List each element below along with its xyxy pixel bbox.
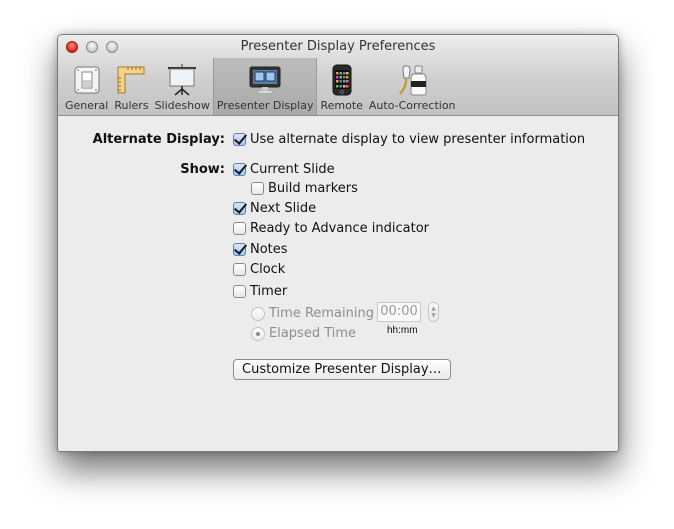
alternate-display-label: Alternate Display: — [92, 132, 225, 147]
tab-label: Rulers — [114, 99, 149, 112]
next-slide-option[interactable]: Next Slide — [233, 201, 316, 216]
build-markers-option[interactable]: Build markers — [251, 181, 358, 196]
time-stepper[interactable]: ▲ ▼ — [428, 302, 439, 322]
alternate-display-option[interactable]: Use alternate display to view presenter … — [233, 132, 585, 147]
ready-to-advance-checkbox[interactable] — [233, 222, 246, 235]
current-slide-label: Current Slide — [250, 162, 335, 177]
clock-label: Clock — [250, 262, 286, 277]
time-value-field[interactable]: 00:00 — [377, 302, 421, 322]
notes-checkbox[interactable] — [233, 243, 246, 256]
projector-screen-icon — [165, 63, 199, 97]
timer-checkbox[interactable] — [233, 285, 246, 298]
time-format-hint: hh:mm — [387, 325, 418, 336]
alternate-display-option-label: Use alternate display to view presenter … — [250, 132, 586, 147]
next-slide-label: Next Slide — [250, 201, 317, 216]
time-remaining-label: Time Remaining — [269, 306, 374, 321]
tab-label: Presenter Display — [216, 99, 314, 112]
tab-presenter-display[interactable]: Presenter Display — [212, 58, 318, 115]
notes-option[interactable]: Notes — [233, 242, 288, 257]
correction-fluid-icon — [395, 63, 429, 97]
tab-auto-correction[interactable]: Auto-Correction — [366, 58, 459, 115]
alternate-display-checkbox[interactable] — [233, 133, 246, 146]
current-slide-option[interactable]: Current Slide — [233, 162, 335, 177]
clock-option[interactable]: Clock — [233, 262, 285, 277]
stepper-up-icon[interactable]: ▲ — [431, 305, 436, 312]
tab-label: General — [65, 99, 109, 112]
tab-label: Remote — [320, 99, 363, 112]
timer-option[interactable]: Timer — [233, 284, 287, 299]
customize-presenter-display-button[interactable]: Customize Presenter Display… — [233, 359, 451, 380]
tab-remote[interactable]: Remote — [317, 58, 365, 115]
preferences-toolbar: General Rulers Slideshow Presenter Displ… — [62, 58, 459, 115]
next-slide-checkbox[interactable] — [233, 202, 246, 215]
elapsed-time-label: Elapsed Time — [269, 326, 357, 341]
build-markers-label: Build markers — [268, 181, 358, 196]
tab-slideshow[interactable]: Slideshow — [152, 58, 213, 115]
ruler-icon — [114, 63, 148, 97]
build-markers-checkbox[interactable] — [251, 182, 264, 195]
time-remaining-option[interactable]: Time Remaining — [251, 306, 374, 321]
general-switch-icon — [70, 63, 104, 97]
ready-to-advance-option[interactable]: Ready to Advance indicator — [233, 221, 429, 236]
preferences-window: Presenter Display Preferences General Ru… — [57, 34, 619, 452]
ready-to-advance-label: Ready to Advance indicator — [250, 221, 429, 236]
elapsed-time-radio[interactable] — [251, 326, 265, 341]
stepper-down-icon[interactable]: ▼ — [431, 312, 436, 319]
tab-general[interactable]: General — [62, 58, 111, 115]
tab-label: Slideshow — [154, 99, 210, 112]
timer-label: Timer — [250, 284, 288, 299]
notes-label: Notes — [250, 242, 288, 257]
show-label: Show: — [180, 162, 225, 177]
title-bar: Presenter Display Preferences General Ru… — [58, 35, 618, 116]
elapsed-time-option[interactable]: Elapsed Time — [251, 326, 356, 341]
iphone-icon — [325, 63, 359, 97]
presenter-display-pane: Alternate Display: Use alternate display… — [58, 116, 618, 451]
tab-rulers[interactable]: Rulers — [111, 58, 151, 115]
current-slide-checkbox[interactable] — [233, 163, 246, 176]
time-remaining-radio[interactable] — [251, 306, 265, 321]
tab-label: Auto-Correction — [368, 99, 456, 112]
presenter-monitor-icon — [248, 63, 282, 97]
clock-checkbox[interactable] — [233, 263, 246, 276]
window-title: Presenter Display Preferences — [240, 39, 436, 54]
